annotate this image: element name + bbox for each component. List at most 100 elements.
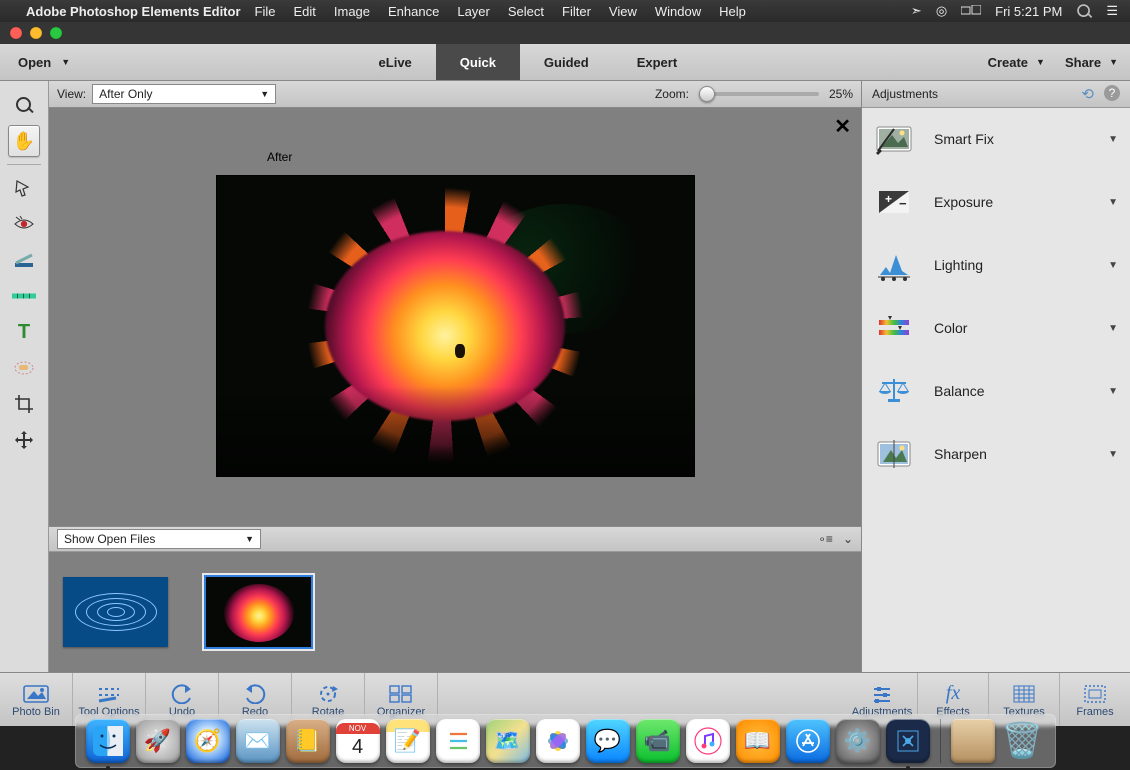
menu-filter[interactable]: Filter (562, 4, 591, 19)
menu-file[interactable]: File (255, 4, 276, 19)
menu-image[interactable]: Image (334, 4, 370, 19)
photo-bin (49, 552, 861, 672)
dock-facetime-icon[interactable]: 📹 (636, 719, 680, 763)
adjustment-label: Lighting (934, 257, 983, 273)
adjustment-color[interactable]: Color ▼ (862, 297, 1130, 360)
menu-window[interactable]: Window (655, 4, 701, 19)
photobin-thumb-2[interactable] (206, 577, 311, 647)
svg-text:−: − (899, 196, 907, 211)
dock-maps-icon[interactable]: 🗺️ (486, 719, 530, 763)
close-document-button[interactable]: ✕ (834, 114, 851, 139)
adjustment-label: Color (934, 320, 967, 336)
dock-appstore-icon[interactable] (786, 719, 830, 763)
open-menu-button[interactable]: Open ▼ (0, 44, 88, 80)
creative-cloud-icon[interactable]: ◎ (936, 3, 947, 19)
sharpen-icon (872, 434, 916, 474)
adjustment-exposure[interactable]: +− Exposure ▼ (862, 171, 1130, 234)
dock-mail-icon[interactable]: ✉️ (236, 719, 280, 763)
dock-messages-icon[interactable]: 💬 (586, 719, 630, 763)
spotlight-icon[interactable] (1076, 3, 1092, 19)
view-bar: View: After Only ▼ Zoom: 25% (49, 81, 861, 108)
svg-text:+: + (885, 192, 892, 206)
chevron-down-icon: ▼ (1108, 134, 1118, 145)
dock-itunes-icon[interactable] (686, 719, 730, 763)
sort-icon[interactable]: ∘≡ (818, 532, 833, 546)
whiten-teeth-tool[interactable] (8, 244, 40, 276)
dock-photos-icon[interactable] (536, 719, 580, 763)
dock-launchpad-icon[interactable]: 🚀 (136, 719, 180, 763)
app-toolbar: Open ▼ eLive Quick Guided Expert Create▼… (0, 44, 1130, 81)
adjustments-panel: Adjustments ⟲ ? Smart Fix ▼ +− Exposure … (861, 81, 1130, 672)
view-label: View: (57, 87, 86, 101)
dock-downloads-icon[interactable] (951, 719, 995, 763)
dock-pse-icon[interactable] (886, 719, 930, 763)
quick-select-tool[interactable] (8, 172, 40, 204)
macos-menubar: Adobe Photoshop Elements Editor File Edi… (0, 0, 1130, 22)
move-tool[interactable] (8, 424, 40, 456)
help-icon[interactable]: ? (1104, 85, 1120, 101)
displays-icon[interactable] (961, 5, 981, 17)
chevron-down-icon: ▼ (1108, 386, 1118, 397)
exposure-icon: +− (872, 182, 916, 222)
redeye-tool[interactable] (8, 208, 40, 240)
spot-heal-tool[interactable] (8, 352, 40, 384)
dock-notes-icon[interactable]: 📝 (386, 719, 430, 763)
window-zoom-button[interactable] (50, 27, 62, 39)
hand-tool[interactable]: ✋ (8, 125, 40, 157)
photobin-thumb-1[interactable] (63, 577, 168, 647)
adjustment-lighting[interactable]: Lighting ▼ (862, 234, 1130, 297)
canvas-area: ✕ After (49, 108, 861, 526)
crop-tool[interactable] (8, 388, 40, 420)
adjustment-balance[interactable]: Balance ▼ (862, 360, 1130, 423)
dock-finder-icon[interactable] (86, 719, 130, 763)
toolbox-separator (7, 164, 41, 165)
app-name[interactable]: Adobe Photoshop Elements Editor (26, 4, 241, 19)
text-tool[interactable]: T (8, 316, 40, 348)
dock-contacts-icon[interactable]: 📒 (286, 719, 330, 763)
window-titlebar (0, 22, 1130, 44)
straighten-tool[interactable] (8, 280, 40, 312)
tab-guided[interactable]: Guided (520, 44, 613, 80)
chevron-down-icon: ▼ (61, 57, 70, 67)
main-area: ✋ T View: After Only ▼ Zoom: 25% ✕ After (0, 81, 1130, 672)
photo-canvas[interactable] (217, 176, 694, 476)
menu-enhance[interactable]: Enhance (388, 4, 439, 19)
tab-expert[interactable]: Expert (613, 44, 701, 80)
reset-icon[interactable]: ⟲ (1081, 85, 1094, 103)
dock-settings-icon[interactable]: ⚙️ (836, 719, 880, 763)
dock-ibooks-icon[interactable]: 📖 (736, 719, 780, 763)
zoom-slider[interactable] (699, 92, 819, 96)
share-menu-button[interactable]: Share▼ (1065, 55, 1118, 70)
view-select[interactable]: After Only ▼ (92, 84, 276, 104)
menu-select[interactable]: Select (508, 4, 544, 19)
chevron-down-icon: ▼ (245, 534, 254, 544)
create-menu-button[interactable]: Create▼ (988, 55, 1045, 70)
window-close-button[interactable] (10, 27, 22, 39)
sync-icon[interactable]: ➣ (911, 3, 922, 19)
menu-layer[interactable]: Layer (457, 4, 490, 19)
dock-reminders-icon[interactable] (436, 719, 480, 763)
tab-elive[interactable]: eLive (355, 44, 436, 80)
menu-help[interactable]: Help (719, 4, 746, 19)
menu-view[interactable]: View (609, 4, 637, 19)
menubar-clock[interactable]: Fri 5:21 PM (995, 4, 1062, 19)
adjustment-label: Exposure (934, 194, 993, 210)
tab-quick[interactable]: Quick (436, 44, 520, 80)
zoom-slider-thumb[interactable] (699, 86, 715, 102)
menu-list-icon[interactable]: ☰ (1106, 3, 1118, 19)
dock-calendar-icon[interactable]: NOV 4 (336, 719, 380, 763)
window-minimize-button[interactable] (30, 27, 42, 39)
dock-separator (940, 719, 941, 763)
adjustment-sharpen[interactable]: Sharpen ▼ (862, 423, 1130, 486)
toolbox: ✋ T (0, 81, 49, 672)
zoom-tool[interactable] (8, 89, 40, 121)
dock-safari-icon[interactable]: 🧭 (186, 719, 230, 763)
menu-edit[interactable]: Edit (293, 4, 315, 19)
center-column: View: After Only ▼ Zoom: 25% ✕ After (49, 81, 861, 672)
after-label: After (267, 150, 292, 164)
dock-trash-icon[interactable]: 🗑️ (1001, 719, 1045, 763)
collapse-icon[interactable]: ⌄ (843, 532, 853, 546)
adjustment-smart-fix[interactable]: Smart Fix ▼ (862, 108, 1130, 171)
show-open-files-select[interactable]: Show Open Files ▼ (57, 529, 261, 549)
view-select-value: After Only (99, 87, 152, 101)
